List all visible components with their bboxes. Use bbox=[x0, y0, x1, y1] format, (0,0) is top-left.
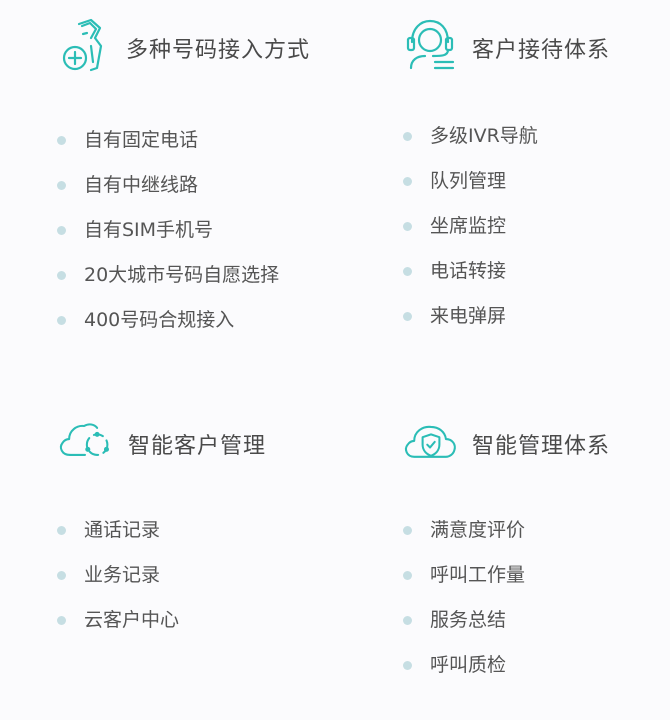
bullet-dot bbox=[403, 616, 412, 625]
bullet-dot bbox=[57, 316, 66, 325]
list-item-label: 业务记录 bbox=[84, 564, 161, 586]
bullet-dot bbox=[57, 526, 66, 535]
list-item-label: 满意度评价 bbox=[430, 519, 526, 541]
bullet-dot bbox=[403, 267, 412, 276]
list-item-label: 来电弹屏 bbox=[430, 305, 507, 327]
phone-plus-icon bbox=[62, 18, 103, 72]
section-header: 客户接待体系 bbox=[403, 14, 609, 74]
list-item-label: 20大城市号码自愿选择 bbox=[84, 264, 280, 286]
bullet-dot bbox=[403, 312, 412, 321]
section-header: 智能管理体系 bbox=[403, 410, 609, 470]
bullet-dot bbox=[57, 226, 66, 235]
list-item-label: 服务总结 bbox=[430, 609, 507, 631]
list-item-label: 多级IVR导航 bbox=[430, 125, 538, 147]
bullet-dot bbox=[57, 136, 66, 145]
list-item-label: 通话记录 bbox=[84, 519, 161, 541]
bullet-dot bbox=[57, 616, 66, 625]
list-item-label: 自有SIM手机号 bbox=[84, 219, 214, 241]
bullet-dot bbox=[403, 222, 412, 231]
section-title: 智能客户管理 bbox=[128, 434, 267, 459]
list-item-label: 云客户中心 bbox=[84, 609, 180, 631]
list-item-label: 呼叫工作量 bbox=[430, 564, 526, 586]
list-item-label: 自有中继线路 bbox=[84, 174, 199, 196]
bullet-dot bbox=[403, 132, 412, 141]
cloud-sync-icon bbox=[59, 423, 109, 456]
list-item-label: 400号码合规接入 bbox=[84, 309, 235, 331]
bullet-dot bbox=[57, 181, 66, 190]
bullet-dot bbox=[403, 177, 412, 186]
section-title: 多种号码接入方式 bbox=[126, 38, 311, 63]
section-header: 多种号码接入方式 bbox=[57, 14, 309, 74]
bullet-dot bbox=[403, 571, 412, 580]
section-title: 客户接待体系 bbox=[472, 38, 611, 63]
cloud-shield-icon bbox=[405, 425, 456, 458]
bullet-dot bbox=[57, 571, 66, 580]
list-item-label: 自有固定电话 bbox=[84, 129, 199, 151]
bullet-dot bbox=[57, 271, 66, 280]
list-item-label: 呼叫质检 bbox=[430, 654, 507, 676]
section-header: 智能客户管理 bbox=[57, 410, 265, 470]
list-item-label: 坐席监控 bbox=[430, 215, 507, 237]
headset-agent-icon bbox=[406, 19, 455, 70]
list-item-label: 电话转接 bbox=[430, 260, 507, 282]
list-item-label: 队列管理 bbox=[430, 170, 507, 192]
section-title: 智能管理体系 bbox=[472, 434, 611, 459]
bullet-dot bbox=[403, 661, 412, 670]
bullet-dot bbox=[403, 526, 412, 535]
